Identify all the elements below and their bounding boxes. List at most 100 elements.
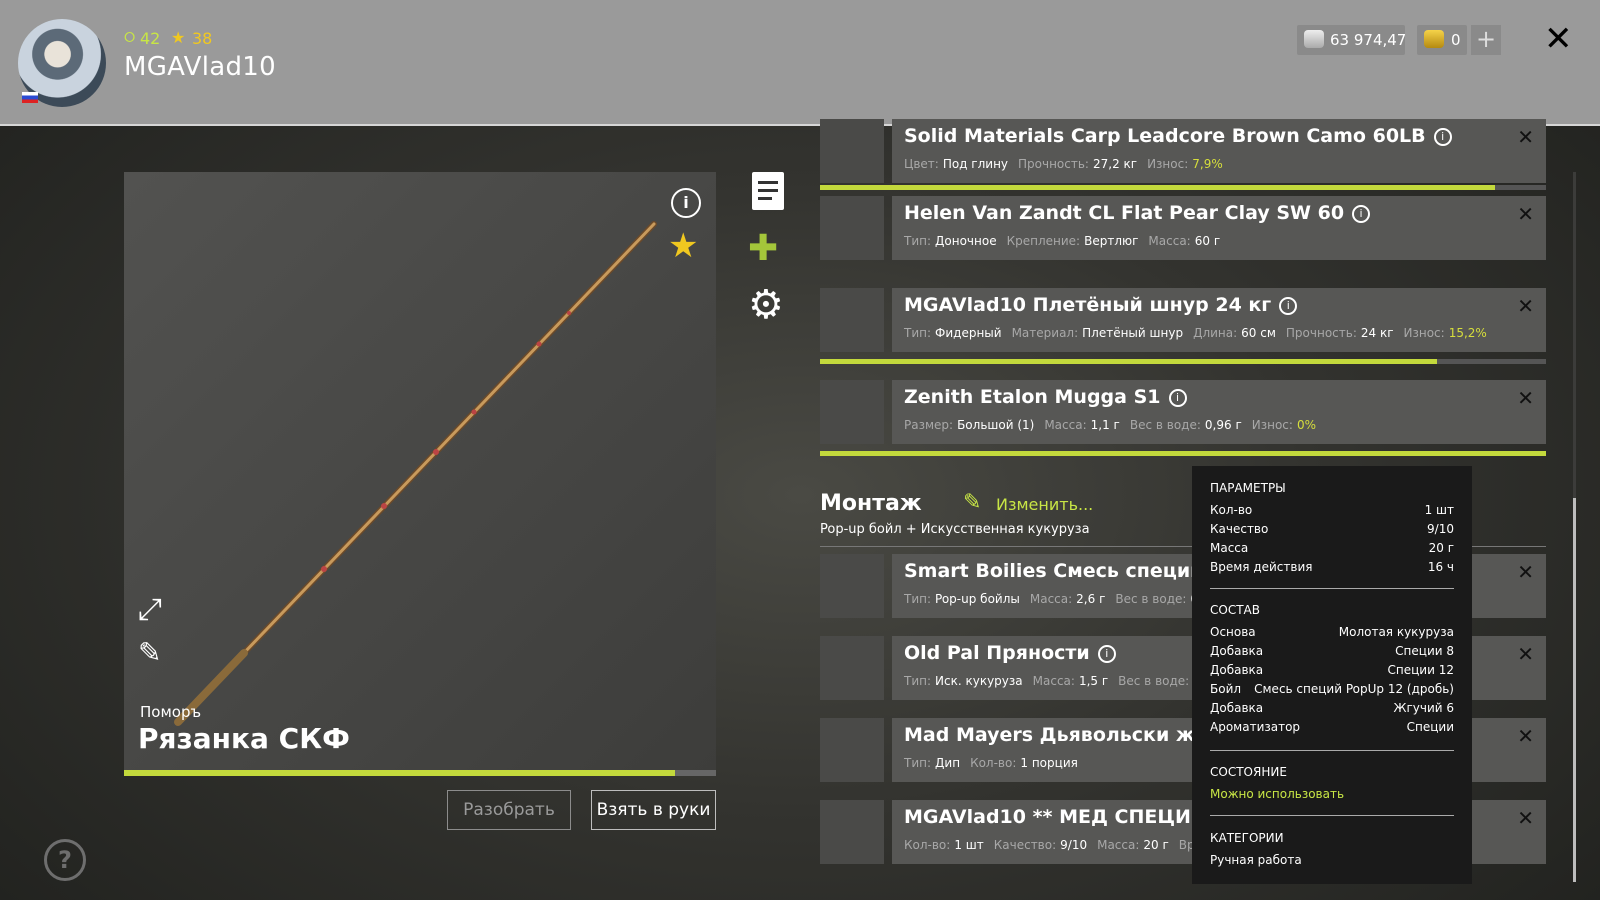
tooltip-value: Специи 8 [1395, 644, 1454, 658]
gold-coin-icon [1424, 30, 1444, 48]
property-value: Иск. кукуруза [935, 674, 1023, 688]
edit-mount-icon[interactable]: ✎ [963, 490, 981, 515]
wear-bar [820, 185, 1546, 190]
divider [1210, 588, 1454, 589]
wear-bar [820, 359, 1546, 364]
tooltip-value: 20 г [1428, 541, 1454, 555]
item-card[interactable]: MGAVlad10 Плетёный шнур 24 кг i Тип: Фидерн… [892, 288, 1546, 352]
tooltip-category: Ручная работа [1210, 853, 1302, 867]
property-label: Кол-во: [904, 838, 951, 852]
scrollbar-thumb[interactable] [1573, 498, 1576, 882]
property-value: 1,5 г [1078, 674, 1109, 688]
item-card[interactable]: Solid Materials Carp Leadcore Brown Camo… [892, 119, 1546, 183]
tooltip-value: Жгучий 6 [1393, 701, 1454, 715]
favorite-star-icon[interactable]: ★ [668, 226, 698, 266]
edit-icon[interactable]: ✎ [138, 636, 161, 669]
property-value: 2,6 г [1076, 592, 1106, 606]
silver-amount: 63 974,47 [1330, 31, 1407, 49]
property-value: Фидерный [935, 326, 1002, 340]
info-icon[interactable]: i [1097, 644, 1116, 663]
item-title: MGAVlad10 Плетёный шнур 24 кг i [904, 294, 1298, 316]
tooltip-key: Время действия [1210, 560, 1313, 574]
edit-mount-button[interactable]: Изменить... [996, 495, 1093, 514]
property-value: 7,9% [1192, 157, 1223, 171]
remove-icon[interactable]: ✕ [1517, 386, 1534, 410]
tooltip-state: Можно использовать [1210, 787, 1345, 801]
divider [1210, 750, 1454, 751]
list-item[interactable]: MGAVlad10 Плетёный шнур 24 кг i Тип: Фидерн… [820, 288, 1546, 352]
info-icon[interactable]: i [1279, 296, 1298, 315]
item-title: Old Pal Пряности i [904, 642, 1116, 664]
tooltip-key: Кол-во [1210, 503, 1253, 517]
help-icon[interactable]: ? [44, 839, 86, 881]
property-label: Крепление: [1006, 234, 1081, 248]
property-label: Материал: [1011, 326, 1079, 340]
add-currency-button[interactable]: + [1471, 25, 1501, 55]
remove-icon[interactable]: ✕ [1517, 125, 1534, 149]
item-card[interactable]: Zenith Etalon Mugga S1 i Размер: Большой (1… [892, 380, 1546, 444]
tooltip-key: Качество [1210, 522, 1269, 536]
info-icon[interactable]: i [671, 188, 701, 218]
tooltip-value: Специи [1406, 720, 1454, 734]
remove-icon[interactable]: ✕ [1517, 642, 1534, 666]
player-level: 42 [140, 29, 161, 48]
property-label: Качество: [993, 838, 1057, 852]
player-rank: 38 [192, 29, 213, 48]
item-name: Рязанка СКФ [138, 722, 350, 755]
remove-icon[interactable]: ✕ [1517, 560, 1534, 584]
take-in-hands-button[interactable]: Взять в руки [591, 790, 716, 830]
gold-amount: 0 [1451, 31, 1461, 49]
mount-subtitle: Pop-up бойл + Искусственная кукуруза [820, 522, 1090, 537]
property-value: 60 г [1194, 234, 1221, 248]
tooltip-row: Время действия 16 ч [1210, 560, 1454, 574]
property-label: Износ: [1147, 157, 1189, 171]
item-card[interactable]: Helen Van Zandt CL Flat Pear Clay SW 60 i… [892, 196, 1546, 260]
list-item[interactable]: Helen Van Zandt CL Flat Pear Clay SW 60 i… [820, 196, 1546, 260]
item-brand: Поморъ [140, 703, 202, 721]
tooltip-row: Кол-во 1 шт [1210, 503, 1454, 517]
tooltip-state-title: СОСТОЯНИЕ [1210, 765, 1287, 779]
info-icon[interactable]: i [1433, 127, 1452, 146]
property-label: Масса: [1032, 674, 1075, 688]
property-label: Тип: [904, 756, 932, 770]
rank-star-icon: ★ [171, 28, 186, 47]
remove-icon[interactable]: ✕ [1517, 294, 1534, 318]
tooltip-key: Ароматизатор [1210, 720, 1301, 734]
property-value: Плетёный шнур [1082, 326, 1184, 340]
item-properties: Тип: Доночное Крепление: Вертлюг Масса: 60 г [904, 234, 1230, 248]
disassemble-button[interactable]: Разобрать [447, 790, 571, 830]
expand-icon[interactable]: ⤢ [138, 592, 162, 627]
info-icon[interactable]: i [1168, 388, 1187, 407]
info-icon[interactable]: i [1352, 204, 1371, 223]
item-preview-panel [124, 172, 716, 772]
remove-icon[interactable]: ✕ [1517, 202, 1534, 226]
property-label: Вес в воде: [1129, 418, 1201, 432]
tooltip-row: Бойл Смесь специй PopUp 12 (дробь) [1210, 682, 1454, 696]
item-title: Zenith Etalon Mugga S1 i [904, 386, 1187, 408]
property-label: Масса: [1097, 838, 1140, 852]
property-label: Масса: [1029, 592, 1073, 606]
list-item[interactable]: Zenith Etalon Mugga S1 i Размер: Большой (1… [820, 380, 1546, 444]
property-label: Тип: [904, 234, 932, 248]
divider [1210, 815, 1454, 816]
tooltip-key: Добавка [1210, 644, 1264, 658]
property-label: Цвет: [904, 157, 939, 171]
item-properties: Размер: Большой (1) Масса: 1,1 г Вес в воде:… [904, 418, 1326, 432]
puzzle-icon[interactable]: ✚ [748, 228, 778, 269]
tooltip-value: 16 ч [1427, 560, 1454, 574]
level-icon: ⭘ [124, 30, 136, 46]
item-properties: Тип: Дип Кол-во: 1 порция [904, 756, 1088, 770]
gear-icon[interactable]: ⚙ [748, 282, 784, 328]
close-icon[interactable]: ✕ [1544, 22, 1573, 56]
document-icon[interactable] [752, 172, 784, 210]
item-title: Solid Materials Carp Leadcore Brown Camo… [904, 125, 1452, 147]
remove-icon[interactable]: ✕ [1517, 806, 1534, 830]
list-item[interactable]: Solid Materials Carp Leadcore Brown Camo… [820, 119, 1546, 183]
property-label: Вес в воде: [1118, 674, 1190, 688]
property-label: Масса: [1148, 234, 1191, 248]
property-value: Вертлюг [1084, 234, 1139, 248]
tooltip-row: Основа Молотая кукуруза [1210, 625, 1454, 639]
tooltip-value: Специи 12 [1387, 663, 1454, 677]
property-label: Прочность: [1285, 326, 1357, 340]
remove-icon[interactable]: ✕ [1517, 724, 1534, 748]
